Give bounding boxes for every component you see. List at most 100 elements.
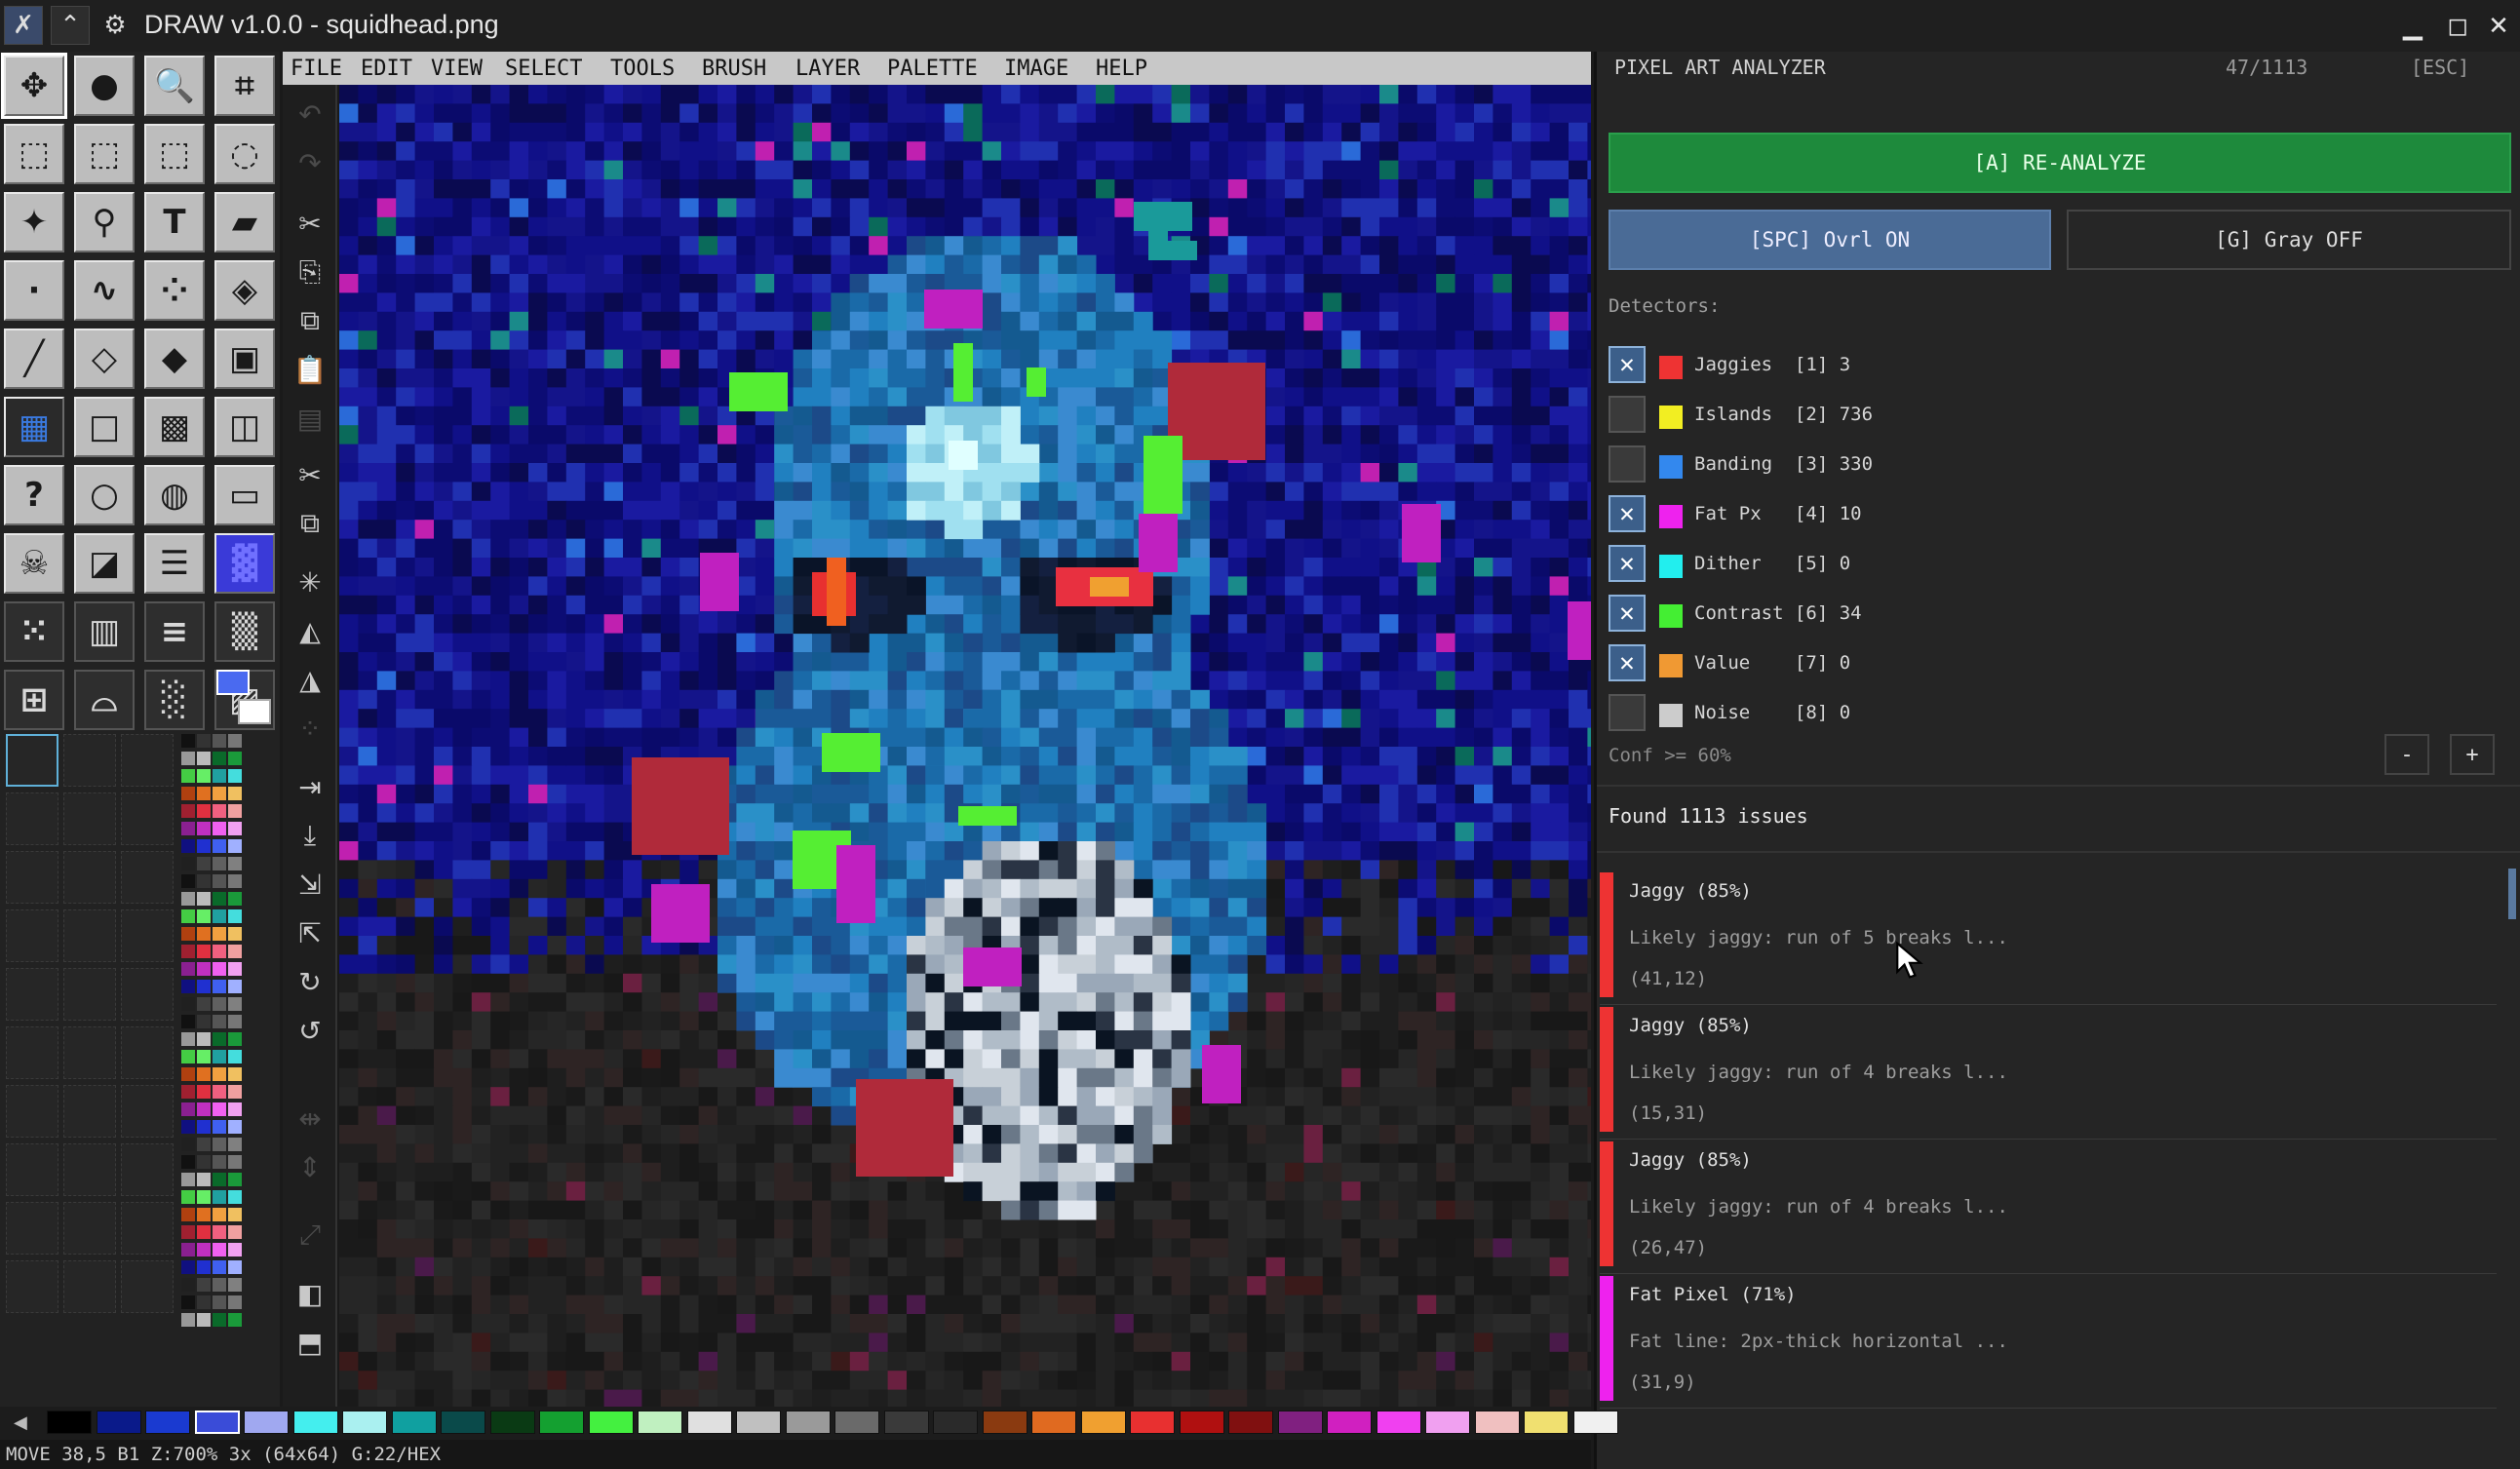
palette-swatch[interactable]: [228, 752, 242, 765]
palette-swatch[interactable]: [213, 1260, 226, 1274]
palette-swatch[interactable]: [228, 1173, 242, 1186]
folder-tool-icon[interactable]: ▭: [214, 465, 275, 525]
palette-swatch[interactable]: [197, 1243, 211, 1256]
palette-swatch[interactable]: [181, 945, 195, 958]
palette-swatch[interactable]: [197, 1190, 211, 1204]
palette-swatch[interactable]: [181, 1155, 195, 1169]
detector-checkbox[interactable]: ✕: [1609, 595, 1646, 632]
palette-swatch[interactable]: [213, 980, 226, 993]
palette-swatch[interactable]: [228, 1243, 242, 1256]
dither-tool-icon[interactable]: ░: [144, 670, 205, 730]
background-color[interactable]: [238, 699, 271, 724]
palette-swatch[interactable]: [213, 1138, 226, 1151]
menu-edit[interactable]: EDIT: [361, 57, 412, 81]
palette-swatch[interactable]: [228, 734, 242, 748]
palette-swatch[interactable]: [181, 1260, 195, 1274]
palette-swatch[interactable]: [197, 822, 211, 835]
palette-color[interactable]: [1524, 1411, 1569, 1434]
palette-swatch[interactable]: [181, 1190, 195, 1204]
shape-tool-icon[interactable]: ◇: [74, 329, 135, 389]
palette-swatch[interactable]: [228, 997, 242, 1011]
palette-swatch[interactable]: [197, 1032, 211, 1046]
conf-increase-button[interactable]: +: [2450, 734, 2495, 775]
palette-swatch[interactable]: [228, 962, 242, 976]
flip-h-icon[interactable]: ⇹: [291, 1099, 330, 1138]
palette-swatch[interactable]: [213, 1225, 226, 1239]
detector-checkbox[interactable]: ✕: [1609, 644, 1646, 681]
save-tool-icon[interactable]: ▣: [214, 329, 275, 389]
palette-swatch[interactable]: [181, 1120, 195, 1134]
layer-slot[interactable]: [63, 1202, 116, 1255]
palette-swatch[interactable]: [181, 909, 195, 923]
palette-color[interactable]: [1474, 1411, 1520, 1434]
palette-swatch[interactable]: [181, 1225, 195, 1239]
maximize-icon[interactable]: ◻: [2435, 0, 2480, 52]
layer-slot[interactable]: [63, 968, 116, 1021]
palette-swatch[interactable]: [197, 1155, 211, 1169]
palette-swatch[interactable]: [228, 804, 242, 818]
menu-select[interactable]: SELECT: [505, 57, 582, 81]
palette-swatch[interactable]: [228, 874, 242, 888]
palette-swatch[interactable]: [228, 1120, 242, 1134]
detector-row[interactable]: Noise [8] 0: [1609, 694, 2096, 733]
palette-swatch[interactable]: [213, 1243, 226, 1256]
redo-icon[interactable]: ↷: [291, 143, 330, 182]
palette-swatch[interactable]: [181, 1138, 195, 1151]
palette-swatch[interactable]: [228, 1313, 242, 1327]
palette-swatch[interactable]: [228, 1067, 242, 1081]
layer-slot[interactable]: [6, 1085, 58, 1138]
issue-list-item[interactable]: Jaggy (85%) Likely jaggy: run of 4 breaks…: [1600, 1007, 2497, 1140]
palette-swatch[interactable]: [228, 822, 242, 835]
stamp-tool-icon[interactable]: ◆: [144, 329, 205, 389]
move-tool-icon[interactable]: ✥: [1, 53, 67, 119]
detector-row[interactable]: ✕ Contrast [6] 34: [1609, 595, 2096, 634]
reanalyze-button[interactable]: [A] RE-ANALYZE: [1609, 133, 2511, 193]
palette-swatch[interactable]: [213, 787, 226, 800]
detector-checkbox[interactable]: ✕: [1609, 346, 1646, 383]
cut-icon[interactable]: ✂: [291, 204, 330, 243]
issues-scrollbar[interactable]: [2508, 869, 2516, 919]
palette-swatch[interactable]: [228, 1208, 242, 1221]
wrap-tool-icon[interactable]: ⌓: [74, 670, 135, 730]
palette-swatch[interactable]: [181, 752, 195, 765]
paste-in-place-icon[interactable]: ▤: [291, 399, 330, 438]
layer-slot[interactable]: [121, 968, 174, 1021]
palette-swatch[interactable]: [213, 1295, 226, 1309]
lines-tool-icon[interactable]: ☰: [144, 533, 205, 594]
palette-color[interactable]: [933, 1411, 978, 1434]
pattern-tool-icon[interactable]: ▩: [144, 397, 205, 457]
layer-slot[interactable]: [121, 1143, 174, 1196]
palette-swatch[interactable]: [197, 997, 211, 1011]
detector-row[interactable]: ✕ Jaggies [1] 3: [1609, 346, 2096, 385]
palette-swatch[interactable]: [213, 839, 226, 853]
palette-color[interactable]: [588, 1411, 634, 1434]
detector-checkbox[interactable]: [1609, 396, 1646, 433]
detector-row[interactable]: Islands [2] 736: [1609, 396, 2096, 435]
layer-slot[interactable]: [6, 968, 58, 1021]
palette-swatch[interactable]: [213, 945, 226, 958]
export-icon[interactable]: ⇥: [291, 767, 330, 806]
palette-swatch[interactable]: [228, 927, 242, 941]
chevron-up-icon[interactable]: ⌃: [51, 6, 90, 45]
palette-swatch[interactable]: [228, 787, 242, 800]
palette-swatch[interactable]: [213, 1067, 226, 1081]
palette-color[interactable]: [1080, 1411, 1126, 1434]
palette-color[interactable]: [1130, 1411, 1175, 1434]
palette-swatch[interactable]: [181, 927, 195, 941]
palette-swatch[interactable]: [181, 804, 195, 818]
palette-swatch[interactable]: [213, 857, 226, 870]
palette-swatch[interactable]: [197, 857, 211, 870]
palette-swatch[interactable]: [181, 1295, 195, 1309]
palette-swatch[interactable]: [213, 1015, 226, 1028]
issue-list-item[interactable]: Fat Pixel (71%) Fat line: 2px-thick horiz…: [1600, 1276, 2497, 1409]
palette-color[interactable]: [1376, 1411, 1421, 1434]
detector-checkbox[interactable]: ✕: [1609, 545, 1646, 582]
palette-swatch[interactable]: [228, 839, 242, 853]
palette-color[interactable]: [441, 1411, 485, 1434]
palette-swatch[interactable]: [213, 822, 226, 835]
palette-swatch[interactable]: [228, 892, 242, 906]
detector-checkbox[interactable]: [1609, 445, 1646, 483]
crop-tool-icon[interactable]: ⌗: [214, 56, 275, 116]
detector-row[interactable]: ✕ Dither [5] 0: [1609, 545, 2096, 584]
fill-a-icon[interactable]: ◭: [291, 611, 330, 650]
